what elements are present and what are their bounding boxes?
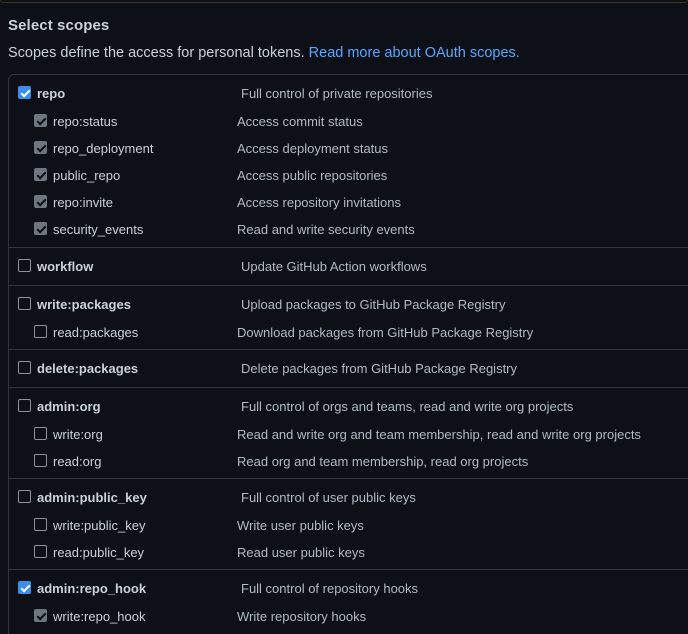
scope-name[interactable]: read:packages bbox=[53, 325, 138, 340]
scope-name[interactable]: security_events bbox=[53, 222, 143, 237]
scope-row: workflow Update GitHub Action workflows bbox=[9, 253, 688, 280]
scope-row: repo Full control of private repositories bbox=[9, 80, 688, 107]
scopes-description: Scopes define the access for personal to… bbox=[8, 45, 520, 61]
scope-checkbox-repo-deployment[interactable] bbox=[34, 141, 47, 154]
scope-row: write:org Read and write org and team mem… bbox=[9, 420, 688, 447]
scope-checkbox-admin-repo-hook[interactable] bbox=[18, 581, 31, 594]
scope-description: Update GitHub Action workflows bbox=[241, 259, 427, 274]
scope-name[interactable]: workflow bbox=[37, 259, 93, 274]
scope-row: write:packages Upload packages to GitHub … bbox=[9, 291, 688, 318]
scope-checkbox-read-public-key[interactable] bbox=[34, 545, 47, 558]
scope-name[interactable]: admin:org bbox=[37, 399, 101, 414]
scope-description: Delete packages from GitHub Package Regi… bbox=[241, 361, 518, 376]
scope-checkbox-repo-status[interactable] bbox=[34, 114, 47, 127]
scope-checkbox-read-org[interactable] bbox=[34, 454, 47, 467]
scope-row: write:public_key Write user public keys bbox=[9, 511, 688, 538]
scope-checkbox-write-public-key[interactable] bbox=[34, 518, 47, 531]
scope-row: admin:org Full control of orgs and teams,… bbox=[9, 393, 688, 420]
scope-description: Read and write security events bbox=[237, 222, 415, 237]
scope-group-delete-packages: delete:packages Delete packages from GitH… bbox=[9, 349, 688, 387]
scope-name[interactable]: write:packages bbox=[37, 297, 131, 312]
scope-name[interactable]: admin:public_key bbox=[37, 490, 147, 505]
scope-checkbox-write-packages[interactable] bbox=[18, 297, 31, 310]
oauth-scopes-link[interactable]: Read more about OAuth scopes. bbox=[309, 45, 520, 61]
scope-checkbox-admin-public-key[interactable] bbox=[18, 490, 31, 503]
scope-description: Download packages from GitHub Package Re… bbox=[237, 325, 534, 340]
scope-group-admin-public-key: admin:public_key Full control of user pub… bbox=[9, 478, 688, 569]
scope-row: repo:invite Access repository invitations bbox=[9, 188, 688, 215]
scope-description: Read user public keys bbox=[237, 545, 365, 560]
scope-name[interactable]: repo:status bbox=[53, 114, 117, 129]
scope-description: Access commit status bbox=[237, 114, 363, 129]
scope-name[interactable]: read:public_key bbox=[53, 545, 144, 560]
scope-description: Write repository hooks bbox=[237, 609, 367, 624]
scope-description: Full control of user public keys bbox=[241, 490, 416, 505]
scope-group-write-packages: write:packages Upload packages to GitHub … bbox=[9, 285, 688, 349]
scope-name[interactable]: write:org bbox=[53, 427, 103, 442]
scope-row: read:org Read org and team membership, re… bbox=[9, 447, 688, 474]
scope-description: Access repository invitations bbox=[237, 195, 402, 210]
scope-checkbox-read-packages[interactable] bbox=[34, 325, 47, 338]
scope-row: security_events Read and write security e… bbox=[9, 215, 688, 242]
scope-name[interactable]: repo:invite bbox=[53, 195, 113, 210]
scope-name[interactable]: public_repo bbox=[53, 168, 120, 183]
scope-row: admin:public_key Full control of user pub… bbox=[9, 484, 688, 511]
scope-row: write:repo_hook Write repository hooks bbox=[9, 602, 688, 629]
scope-group-admin-repo-hook: admin:repo_hook Full control of repositor… bbox=[9, 569, 688, 633]
scope-group-admin-org: admin:org Full control of orgs and teams,… bbox=[9, 387, 688, 478]
scope-checkbox-write-repo-hook[interactable] bbox=[34, 609, 47, 622]
scopes-list: repo Full control of private repositories… bbox=[8, 74, 688, 634]
scope-checkbox-admin-org[interactable] bbox=[18, 399, 31, 412]
scope-description: Full control of private repositories bbox=[241, 86, 433, 101]
scope-name[interactable]: write:repo_hook bbox=[53, 609, 146, 624]
scope-description: Upload packages to GitHub Package Regist… bbox=[241, 297, 506, 312]
scope-name[interactable]: repo_deployment bbox=[53, 141, 153, 156]
scope-group-workflow: workflow Update GitHub Action workflows bbox=[9, 247, 688, 285]
scope-name[interactable]: delete:packages bbox=[37, 361, 138, 376]
scopes-description-text: Scopes define the access for personal to… bbox=[8, 45, 305, 61]
scope-checkbox-security-events[interactable] bbox=[34, 222, 47, 235]
scope-group-repo: repo Full control of private repositories… bbox=[9, 75, 688, 247]
scope-row: read:public_key Read user public keys bbox=[9, 538, 688, 565]
scope-row: public_repo Access public repositories bbox=[9, 161, 688, 188]
section-heading: Select scopes bbox=[8, 17, 110, 34]
scope-checkbox-workflow[interactable] bbox=[18, 259, 31, 272]
scope-checkbox-public-repo[interactable] bbox=[34, 168, 47, 181]
scope-checkbox-write-org[interactable] bbox=[34, 427, 47, 440]
scope-checkbox-repo[interactable] bbox=[18, 86, 31, 99]
scope-name[interactable]: write:public_key bbox=[53, 518, 146, 533]
scope-description: Access deployment status bbox=[237, 141, 389, 156]
scope-row: delete:packages Delete packages from GitH… bbox=[9, 355, 688, 382]
scope-name[interactable]: repo bbox=[37, 86, 65, 101]
scope-row: admin:repo_hook Full control of repositor… bbox=[9, 575, 688, 602]
scope-description: Full control of orgs and teams, read and… bbox=[241, 399, 574, 414]
scope-name[interactable]: read:org bbox=[53, 454, 101, 469]
scope-row: repo_deployment Access deployment status bbox=[9, 134, 688, 161]
scope-name[interactable]: admin:repo_hook bbox=[37, 581, 146, 596]
scope-row: repo:status Access commit status bbox=[9, 107, 688, 134]
scope-description: Full control of repository hooks bbox=[241, 581, 419, 596]
scope-row: read:packages Download packages from GitH… bbox=[9, 318, 688, 345]
scope-description: Write user public keys bbox=[237, 518, 364, 533]
scope-description: Read and write org and team membership, … bbox=[237, 427, 641, 442]
scope-description: Access public repositories bbox=[237, 168, 388, 183]
scope-checkbox-repo-invite[interactable] bbox=[34, 195, 47, 208]
scope-description: Read org and team membership, read org p… bbox=[237, 454, 529, 469]
scope-checkbox-delete-packages[interactable] bbox=[18, 361, 31, 374]
previous-section-border bbox=[0, 0, 688, 3]
